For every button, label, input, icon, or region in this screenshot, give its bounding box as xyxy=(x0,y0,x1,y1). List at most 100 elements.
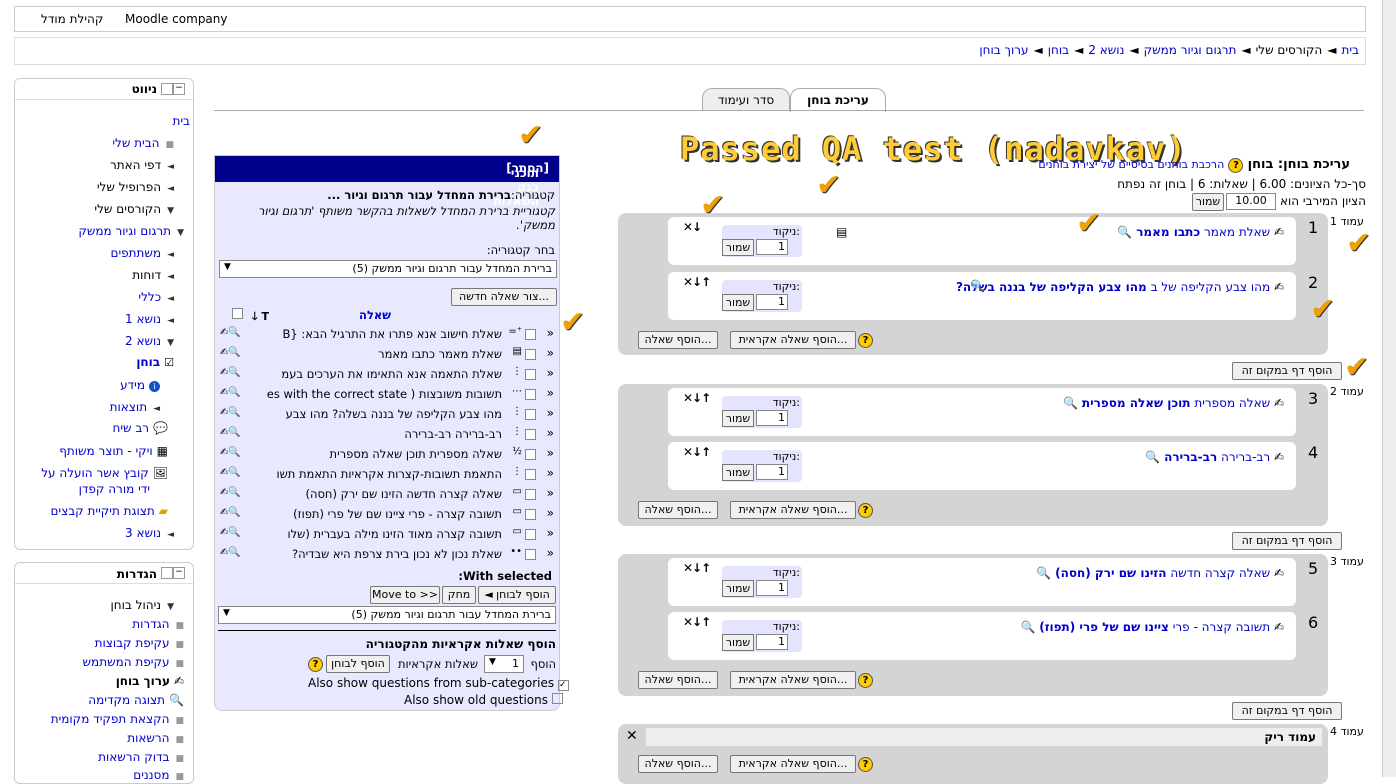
tab-edit-quiz[interactable]: עריכת בוחן xyxy=(790,88,886,112)
preview-icon[interactable]: 🔍 xyxy=(1145,450,1160,464)
add-to-quiz-icon[interactable]: « xyxy=(547,526,554,540)
max-grade-save-button[interactable]: שמור xyxy=(1192,193,1224,211)
move-category-select[interactable]: ▼ ברירת המחדל עבור תרגום וגיור ממשק (5) xyxy=(218,606,556,624)
collapse-icon[interactable]: − xyxy=(173,83,185,95)
nav-topic-1[interactable]: ◄נושא 1 xyxy=(125,312,174,326)
question-bank-row[interactable]: « ⁺= שאלת חישוב אנא פתרו את התרגיל הבא: {B… xyxy=(216,325,556,345)
settings-check-permissions[interactable]: ■בדוק הרשאות xyxy=(98,750,184,764)
add-to-quiz-icon[interactable]: « xyxy=(547,386,554,400)
nav-my-courses[interactable]: ▼הקורסים שלי xyxy=(94,202,174,216)
breadcrumb-home[interactable]: בית xyxy=(1341,43,1359,57)
settings-local-roles[interactable]: ■הקצאת תפקיד מקומית xyxy=(51,712,184,726)
row-checkbox[interactable] xyxy=(525,509,536,520)
edit-preview-icons[interactable]: 🔍✍ xyxy=(220,347,241,358)
nav-wiki[interactable]: ▦ויקי - תוצר משותף xyxy=(59,444,168,458)
settings-group-overrides[interactable]: ■עקיפת קבוצות xyxy=(95,636,184,650)
nav-file[interactable]: 🖼קובץ אשר הועלה על xyxy=(41,466,168,480)
edit-preview-icons[interactable]: 🔍✍ xyxy=(220,367,241,378)
edit-preview-icons[interactable]: 🔍✍ xyxy=(220,327,241,338)
mark-input[interactable]: 1 xyxy=(756,410,788,426)
settings-user-overrides[interactable]: ■עקיפת המשתמש xyxy=(83,655,184,669)
collapse-icon[interactable]: − xyxy=(173,567,185,579)
random-count-select[interactable]: ▼ 1 xyxy=(484,655,524,673)
question-bank-row[interactable]: « ⋮ התאמת תשובות-קצרות אקראיות התאמת תשו 🔍✍ xyxy=(216,465,556,485)
add-to-quiz-icon[interactable]: « xyxy=(547,366,554,380)
nav-my-home[interactable]: ■הבית שלי xyxy=(112,136,174,150)
row-checkbox[interactable] xyxy=(525,349,536,360)
preview-icon[interactable]: 🔍 xyxy=(1063,396,1078,410)
mark-input[interactable]: 1 xyxy=(756,580,788,596)
nav-home[interactable]: בית xyxy=(172,114,190,128)
preview-icon[interactable]: 🔍 xyxy=(970,279,985,293)
new-question-button[interactable]: צור שאלה חדשה... xyxy=(451,288,557,306)
mark-save-button[interactable]: שמור xyxy=(722,580,754,597)
nav-site-pages[interactable]: ◄דפי האתר xyxy=(110,158,174,172)
row-checkbox[interactable] xyxy=(525,449,536,460)
question-bank-row[interactable]: « ⋮ רב-ברירה רב-ברירה 🔍✍ xyxy=(216,425,556,445)
mark-save-button[interactable]: שמור xyxy=(722,239,754,256)
edit-preview-icons[interactable]: 🔍✍ xyxy=(220,447,241,458)
question-bank-row[interactable]: « ▭ תשובה קצרה - פרי ציינו שם של פרי (תפוז… xyxy=(216,505,556,525)
question-bank-row[interactable]: « •• שאלת נכון לא נכון בירת צרפת היא שבדיה… xyxy=(216,545,556,565)
nav-quiz[interactable]: ☑בוחן xyxy=(136,355,174,369)
nav-folder[interactable]: ▰תצוגת תיקיית קבצים xyxy=(50,504,168,518)
row-checkbox[interactable] xyxy=(525,529,536,540)
row-checkbox[interactable] xyxy=(525,469,536,480)
mark-input[interactable]: 1 xyxy=(756,634,788,650)
settings-quiz-admin[interactable]: ▼ניהול בוחן xyxy=(111,598,174,612)
delete-button[interactable]: מחק xyxy=(442,586,476,604)
help-icon[interactable]: ? xyxy=(858,672,873,688)
add-to-quiz-icon[interactable]: « xyxy=(547,406,554,420)
help-icon[interactable]: ? xyxy=(308,656,323,672)
add-to-quiz-icon[interactable]: « xyxy=(547,426,554,440)
vertical-scrollbar[interactable] xyxy=(1382,0,1396,777)
old-questions-option[interactable]: Also show old questions xyxy=(404,693,563,707)
add-to-quiz-icon[interactable]: « xyxy=(547,486,554,500)
mark-save-button[interactable]: שמור xyxy=(722,410,754,427)
edit-preview-icons[interactable]: 🔍✍ xyxy=(220,427,241,438)
nav-file-line2[interactable]: ידי מורה קפדן xyxy=(79,482,150,496)
edit-preview-icons[interactable]: 🔍✍ xyxy=(220,507,241,518)
tab-order-paging[interactable]: סדר ועימוד xyxy=(702,88,790,111)
mark-input[interactable]: 1 xyxy=(756,239,788,255)
question-bank-row[interactable]: « ½ שאלה מספרית תוכן שאלה מספרית 🔍✍ xyxy=(216,445,556,465)
edit-preview-icons[interactable]: 🔍✍ xyxy=(220,487,241,498)
question-bank-row[interactable]: « ▤ שאלת מאמר כתבו מאמר 🔍✍ xyxy=(216,345,556,365)
breadcrumb-course[interactable]: תרגום וגיור ממשק xyxy=(1144,43,1237,57)
move-remove-icons[interactable]: ✕↓↑ xyxy=(683,615,711,629)
move-remove-icons[interactable]: ✕↓↑ xyxy=(683,275,711,289)
nav-course[interactable]: ▼תרגום וגיור ממשק xyxy=(78,224,184,238)
add-to-quiz-icon[interactable]: « xyxy=(547,546,554,560)
add-to-quiz-button[interactable]: ◄ הוסף לבוחן xyxy=(478,586,556,604)
breadcrumb-topic[interactable]: נושא 2 xyxy=(1088,43,1124,57)
question-bank-row[interactable]: « ⋯ תשובות משובצות ( es with the correct s… xyxy=(216,385,556,405)
add-random-question-button[interactable]: הוסף שאלה אקראית... xyxy=(730,501,856,519)
add-random-to-quiz-button[interactable]: הוסף לבוחן xyxy=(326,655,390,673)
max-grade-input[interactable]: 10.00 xyxy=(1226,193,1276,210)
add-random-question-button[interactable]: הוסף שאלה אקראית... xyxy=(730,331,856,349)
settings-permissions[interactable]: ■הרשאות xyxy=(127,731,184,745)
move-to-button[interactable]: Move to >> xyxy=(370,586,440,604)
edit-preview-icons[interactable]: 🔍✍ xyxy=(220,387,241,398)
breadcrumb-edit-quiz[interactable]: ערוך בוחן xyxy=(979,43,1028,57)
question-bank-row[interactable]: « ⋮ שאלת התאמה אנא התאימו את הערכים בעמ 🔍✍ xyxy=(216,365,556,385)
mark-save-button[interactable]: שמור xyxy=(722,294,754,311)
nav-reports[interactable]: ◄דוחות xyxy=(132,268,174,282)
preview-icon[interactable]: 🔍 xyxy=(1117,225,1132,239)
move-remove-icons[interactable]: ✕↓↑ xyxy=(683,391,711,405)
remove-icon[interactable]: ✕↓ xyxy=(683,220,702,234)
quiz-help-link[interactable]: הרכבת בוחנים בסיסיים של יצירת בוחנים xyxy=(1038,158,1224,171)
help-icon[interactable]: ? xyxy=(858,502,873,518)
move-remove-icons[interactable]: ✕↓↑ xyxy=(683,561,711,575)
company-name[interactable]: Moodle company xyxy=(125,12,228,26)
close-icon[interactable]: ✕ xyxy=(626,728,638,744)
checkbox-checked-icon[interactable]: ✓ xyxy=(557,680,569,691)
category-select[interactable]: ▼ ברירת המחדל עבור תרגום וגיור ממשק (5) xyxy=(219,260,557,278)
preview-icon[interactable]: 🔍 xyxy=(1036,566,1051,580)
select-all-checkbox[interactable] xyxy=(232,308,243,322)
add-page-button[interactable]: הוסף דף במקום זה xyxy=(1232,362,1342,380)
add-to-quiz-icon[interactable]: « xyxy=(547,446,554,460)
site-name[interactable]: קהילת מודל xyxy=(41,12,103,26)
col-question-header[interactable]: שאלה xyxy=(359,308,391,322)
add-question-button[interactable]: הוסף שאלה... xyxy=(638,671,718,689)
